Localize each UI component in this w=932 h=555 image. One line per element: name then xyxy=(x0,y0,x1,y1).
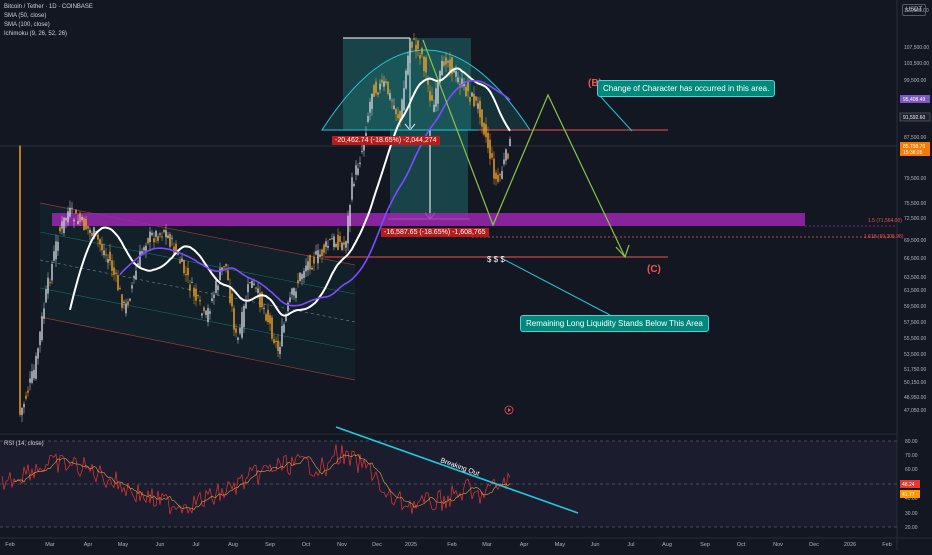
price-tick-label: 75,500.00 xyxy=(904,201,926,207)
price-badge-label: 95,408.49 xyxy=(903,97,925,103)
time-tick-label: Sep xyxy=(265,542,275,548)
fib-label: 1.618 (69,205.96) xyxy=(864,234,904,240)
price-tick-label: 103,500.00 xyxy=(904,61,929,67)
time-tick-label: May xyxy=(555,542,566,548)
candle xyxy=(251,280,253,289)
time-tick-label: Oct xyxy=(737,542,746,548)
price-badge-label: 15:38:28 xyxy=(903,150,923,156)
candle xyxy=(41,312,43,343)
price-tick-label: 50,150.00 xyxy=(904,380,926,386)
price-tick-label: 79,500.00 xyxy=(904,176,926,182)
rsi-title: RSI (14, close) xyxy=(4,441,44,447)
price-tick-label: 66,500.00 xyxy=(904,256,926,262)
price-tick-label: 87,500.00 xyxy=(904,135,926,141)
time-tick-label: Feb xyxy=(882,542,891,548)
time-tick-label: 2025 xyxy=(405,542,417,548)
candle xyxy=(299,272,301,283)
rsi-value-badge: 48.24 xyxy=(902,482,915,488)
chart-legend: Bitcoin / Tether · 1D · COINBASE SMA (50… xyxy=(4,3,93,39)
time-tick-label: Mar xyxy=(482,542,492,548)
candle xyxy=(169,231,171,249)
time-tick-label: Feb xyxy=(5,542,14,548)
candle xyxy=(373,83,375,97)
time-tick-label: Aug xyxy=(662,542,672,548)
price-tick-label: 107,500.00 xyxy=(904,45,929,51)
price-badge-label: 91,592.60 xyxy=(903,115,925,121)
liquidity-label: $ $ $ xyxy=(487,255,505,264)
price-chart[interactable]: Breaking Out 112,500.00107,500.00103,500… xyxy=(0,0,932,550)
candle xyxy=(405,68,407,90)
time-tick-label: Nov xyxy=(337,542,347,548)
measure-label-lower: -16,587.65 (-18.65%) -1,608,765 xyxy=(381,228,489,237)
price-tick-label: 55,500.00 xyxy=(904,336,926,342)
time-tick-label: Apr xyxy=(84,542,93,548)
price-tick-label: 57,500.00 xyxy=(904,320,926,326)
price-tick-label: 47,050.00 xyxy=(904,408,926,414)
candle xyxy=(75,209,77,214)
indicator-ichimoku: Ichimoku (9, 26, 52, 26) xyxy=(4,31,68,37)
price-tick-label: 69,500.00 xyxy=(904,238,926,244)
candle xyxy=(19,145,21,417)
candle xyxy=(387,81,389,96)
rsi-panel xyxy=(0,433,897,528)
rsi-tick-label: 60.00 xyxy=(905,467,918,473)
price-tick-label: 59,500.00 xyxy=(904,304,926,310)
time-tick-label: Nov xyxy=(773,542,783,548)
time-tick-label: Jul xyxy=(627,542,634,548)
price-tick-label: 53,500.00 xyxy=(904,352,926,358)
time-tick-label: Mar xyxy=(45,542,55,548)
rsi-tick-label: 20.00 xyxy=(905,525,918,531)
indicator-sma50: SMA (50, close) xyxy=(4,13,47,19)
symbol-title: Bitcoin / Tether · 1D · COINBASE xyxy=(4,4,93,10)
indicator-sma100: SMA (100, close) xyxy=(4,22,50,28)
price-tick-label: 63,500.00 xyxy=(904,275,926,281)
rsi-value-badge: 41.77 xyxy=(902,492,915,498)
time-tick-label: Feb xyxy=(447,542,456,548)
time-tick-label: May xyxy=(118,542,129,548)
callout-long-liquidity: Remaining Long Liquidity Stands Below Th… xyxy=(520,315,709,332)
price-badge: 15:38:28 xyxy=(900,148,930,156)
candle xyxy=(261,291,263,310)
fib-label: 1.5 (71,564.00) xyxy=(868,218,902,224)
price-tick-label: 99,500.00 xyxy=(904,78,926,84)
price-tick-label: 72,500.00 xyxy=(904,216,926,222)
wave-c-label: (C) xyxy=(647,264,661,275)
time-tick-label: Sep xyxy=(700,542,710,548)
rsi-tick-label: 30.00 xyxy=(905,511,918,517)
candle xyxy=(35,352,37,381)
time-tick-label: Jul xyxy=(192,542,199,548)
time-tick-label: Dec xyxy=(809,542,819,548)
chart-stage[interactable]: Breaking Out 112,500.00 107,500.00 103,500… xyxy=(0,0,932,550)
rsi-tick-label: 70.00 xyxy=(905,453,918,459)
time-tick-label: Dec xyxy=(372,542,382,548)
price-tick-label: 61,500.00 xyxy=(904,288,926,294)
currency-button[interactable]: USDT xyxy=(902,4,926,16)
rsi-tick-label: 80.00 xyxy=(905,439,918,445)
candle xyxy=(271,314,273,342)
candle xyxy=(483,121,485,137)
price-badge: 95,408.49 xyxy=(900,95,930,103)
price-badge: 91,592.60 xyxy=(899,112,931,122)
time-tick-label: Apr xyxy=(520,542,529,548)
price-tick-label: 48,950.00 xyxy=(904,395,926,401)
callout-change-of-character: Change of Character has occurred in this… xyxy=(597,80,776,97)
price-tick-label: 51,750.00 xyxy=(904,367,926,373)
time-tick-label: 2026 xyxy=(844,542,856,548)
time-tick-label: Jun xyxy=(591,542,600,548)
candle xyxy=(83,216,85,231)
time-tick-label: Jun xyxy=(156,542,165,548)
time-tick-label: Aug xyxy=(228,542,238,548)
measure-label-upper: -20,462.74 (-18.65%) -2,044,274 xyxy=(332,136,440,145)
time-tick-label: Oct xyxy=(302,542,311,548)
